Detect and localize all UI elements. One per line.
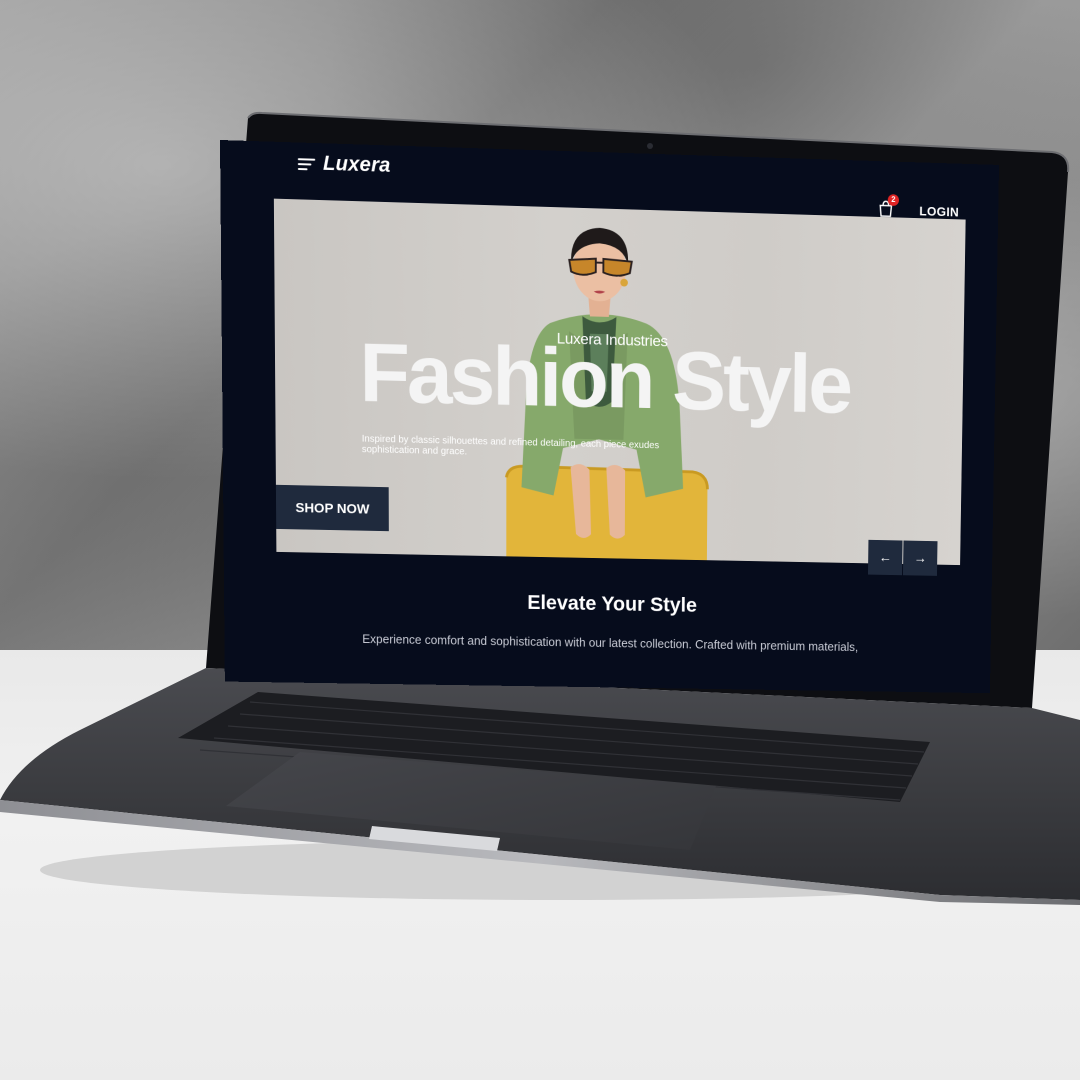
website-screen: Luxera 2 LOGIN Luxera Industries Fashion… bbox=[220, 140, 1000, 694]
carousel-prev-button[interactable]: ← bbox=[867, 539, 903, 576]
cart-count-badge: 2 bbox=[887, 194, 900, 207]
hamburger-icon[interactable] bbox=[297, 158, 316, 171]
cart-button[interactable]: 2 bbox=[877, 194, 900, 218]
section-title: Elevate Your Style bbox=[527, 591, 697, 617]
photo-scene: Luxera 2 LOGIN Luxera Industries Fashion… bbox=[0, 0, 1080, 1080]
section-description: Experience comfort and sophistication wi… bbox=[362, 632, 859, 654]
arrow-right-icon: → bbox=[913, 550, 927, 566]
login-button[interactable]: LOGIN bbox=[919, 204, 959, 220]
carousel-next-button[interactable]: → bbox=[902, 540, 938, 576]
shop-now-button[interactable]: SHOP NOW bbox=[275, 484, 389, 532]
hero-title: Fashion Style bbox=[359, 326, 851, 431]
brand-logo[interactable]: Luxera bbox=[323, 152, 391, 178]
hero-banner: Luxera Industries Fashion Style Inspired… bbox=[273, 198, 966, 566]
arrow-left-icon: ← bbox=[878, 549, 892, 565]
